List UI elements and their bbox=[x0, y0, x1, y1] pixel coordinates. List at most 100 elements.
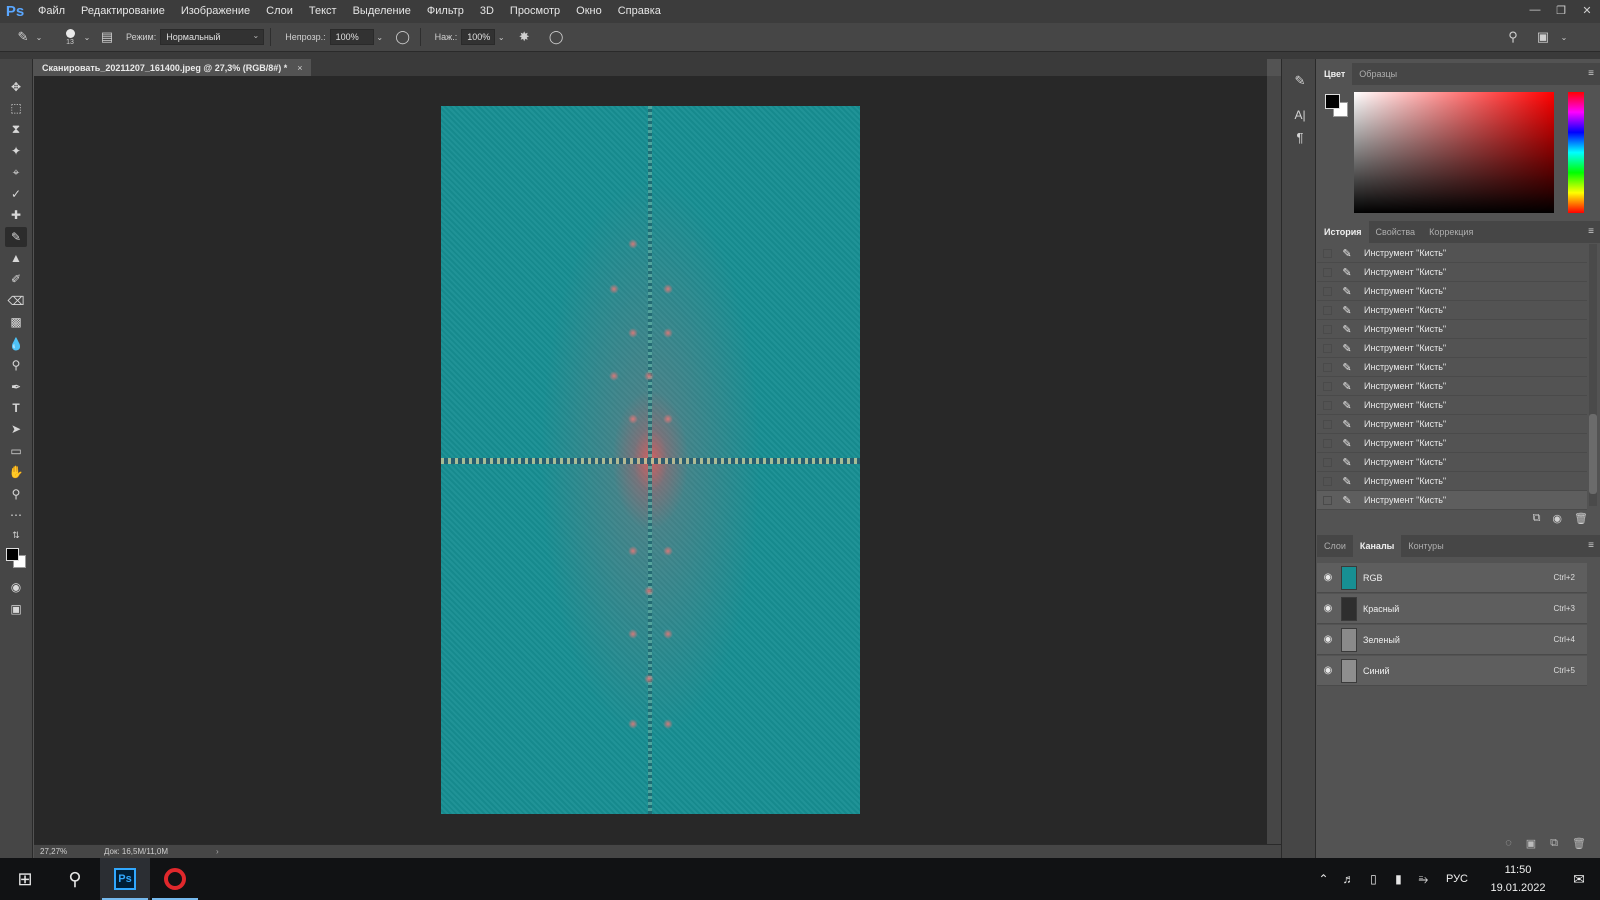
history-source-checkbox[interactable] bbox=[1323, 476, 1332, 486]
stamp-tool-icon[interactable]: ▲ bbox=[5, 248, 27, 268]
history-item[interactable]: ✎ Инструмент "Кисть" bbox=[1317, 415, 1587, 434]
history-item[interactable]: ✎ Инструмент "Кисть" bbox=[1317, 453, 1587, 472]
move-tool-icon[interactable]: ✥ bbox=[5, 77, 27, 97]
history-source-checkbox[interactable] bbox=[1323, 267, 1332, 277]
minimize-icon[interactable]: — bbox=[1522, 0, 1548, 20]
history-item[interactable]: ✎ Инструмент "Кисть" bbox=[1317, 320, 1587, 339]
tab-channels[interactable]: Каналы bbox=[1352, 535, 1402, 557]
vertical-scrollbar[interactable] bbox=[1267, 76, 1281, 844]
workspace-icon[interactable]: ▣ bbox=[1532, 26, 1554, 48]
menu-layers[interactable]: Слои bbox=[258, 0, 301, 23]
rectangle-tool-icon[interactable]: ▭ bbox=[5, 441, 27, 461]
history-source-checkbox[interactable] bbox=[1323, 495, 1332, 505]
visibility-eye-icon[interactable]: ◉ bbox=[1317, 572, 1339, 583]
channel-row-green[interactable]: ◉ Зеленый Ctrl+4 bbox=[1317, 625, 1587, 655]
trash-icon[interactable]: 🗑 bbox=[1574, 512, 1588, 525]
document-image[interactable] bbox=[441, 106, 860, 814]
color-picker-field[interactable] bbox=[1354, 92, 1554, 213]
character-panel-icon[interactable]: A| bbox=[1290, 105, 1310, 125]
zoom-level[interactable]: 27,27% bbox=[34, 847, 104, 856]
panel-menu-icon[interactable]: ≡ bbox=[1588, 540, 1594, 551]
color-panel-swatches[interactable] bbox=[1325, 94, 1351, 120]
search-icon[interactable]: ⚲ bbox=[50, 858, 100, 900]
history-source-checkbox[interactable] bbox=[1323, 381, 1332, 391]
history-source-checkbox[interactable] bbox=[1323, 305, 1332, 315]
dodge-tool-icon[interactable]: ⚲ bbox=[5, 355, 27, 375]
history-source-checkbox[interactable] bbox=[1323, 457, 1332, 467]
chevron-down-icon[interactable]: ⌄ bbox=[1558, 26, 1570, 48]
volume-icon[interactable]: ♬ bbox=[1336, 872, 1361, 886]
scrollbar-thumb[interactable] bbox=[1589, 414, 1597, 494]
search-icon[interactable]: ⚲ bbox=[1502, 26, 1524, 48]
menu-help[interactable]: Справка bbox=[610, 0, 669, 23]
hand-tool-icon[interactable]: ✋ bbox=[5, 462, 27, 482]
foreground-color[interactable] bbox=[1325, 94, 1340, 109]
wifi-icon[interactable]: ⥱ bbox=[1411, 872, 1436, 887]
tab-layers[interactable]: Слои bbox=[1317, 535, 1353, 557]
tab-adjustments[interactable]: Коррекция bbox=[1422, 221, 1480, 243]
history-source-checkbox[interactable] bbox=[1323, 400, 1332, 410]
paragraph-panel-icon[interactable]: ¶ bbox=[1290, 127, 1310, 147]
menu-3d[interactable]: 3D bbox=[472, 0, 502, 23]
new-channel-icon[interactable]: ⧉ bbox=[1550, 837, 1558, 850]
document-tab[interactable]: Сканировать_20211207_161400.jpeg @ 27,3%… bbox=[34, 59, 311, 76]
tab-paths[interactable]: Контуры bbox=[1401, 535, 1450, 557]
input-language[interactable]: РУС bbox=[1446, 873, 1468, 885]
menu-image[interactable]: Изображение bbox=[173, 0, 258, 23]
channel-row-rgb[interactable]: ◉ RGB Ctrl+2 bbox=[1317, 563, 1587, 593]
close-tab-icon[interactable]: × bbox=[297, 63, 302, 73]
crop-tool-icon[interactable]: ⌖ bbox=[5, 162, 27, 182]
menu-filter[interactable]: Фильтр bbox=[419, 0, 472, 23]
brush-settings-icon[interactable]: ✎ bbox=[1290, 71, 1310, 91]
menu-edit[interactable]: Редактирование bbox=[73, 0, 173, 23]
history-source-checkbox[interactable] bbox=[1323, 362, 1332, 372]
new-document-from-state-icon[interactable]: ⧉ bbox=[1533, 512, 1541, 525]
history-item[interactable]: ✎ Инструмент "Кисть" bbox=[1317, 434, 1587, 453]
blend-mode-select[interactable]: Нормальный ⌄ bbox=[160, 29, 265, 45]
flow-input[interactable]: 100% bbox=[461, 29, 496, 45]
tab-properties[interactable]: Свойства bbox=[1369, 221, 1423, 243]
pen-tool-icon[interactable]: ✒ bbox=[5, 377, 27, 397]
airbrush-icon[interactable]: ✸ bbox=[513, 26, 535, 48]
history-item[interactable]: ✎ Инструмент "Кисть" bbox=[1317, 263, 1587, 282]
healing-brush-tool-icon[interactable]: ✚ bbox=[5, 205, 27, 225]
color-swatches[interactable] bbox=[6, 548, 28, 570]
history-source-checkbox[interactable] bbox=[1323, 438, 1332, 448]
history-source-checkbox[interactable] bbox=[1323, 419, 1332, 429]
tab-swatches[interactable]: Образцы bbox=[1352, 63, 1404, 85]
foreground-color[interactable] bbox=[6, 548, 19, 561]
chevron-down-icon[interactable]: ⌄ bbox=[495, 26, 507, 48]
battery-icon[interactable]: ▮ bbox=[1386, 872, 1411, 886]
history-item[interactable]: ✎ Инструмент "Кисть" bbox=[1317, 244, 1587, 263]
gradient-tool-icon[interactable]: ▩ bbox=[5, 312, 27, 332]
snapshot-camera-icon[interactable]: ◉ bbox=[1552, 512, 1562, 525]
tab-color[interactable]: Цвет bbox=[1317, 63, 1353, 85]
history-item[interactable]: ✎ Инструмент "Кисть" bbox=[1317, 377, 1587, 396]
menu-text[interactable]: Текст bbox=[301, 0, 345, 23]
more-tools-icon[interactable]: ⋯ bbox=[5, 505, 27, 525]
lasso-tool-icon[interactable]: ⧗ bbox=[5, 119, 27, 139]
visibility-eye-icon[interactable]: ◉ bbox=[1317, 603, 1339, 614]
swap-colors-icon[interactable]: ⇅ bbox=[5, 529, 27, 541]
menu-file[interactable]: Файл bbox=[30, 0, 73, 23]
menu-window[interactable]: Окно bbox=[568, 0, 610, 23]
chevron-down-icon[interactable]: ⌄ bbox=[374, 26, 386, 48]
chevron-down-icon[interactable]: ⌄ bbox=[34, 26, 44, 48]
channel-row-blue[interactable]: ◉ Синий Ctrl+5 bbox=[1317, 656, 1587, 686]
opacity-input[interactable]: 100% bbox=[329, 29, 374, 45]
panel-menu-icon[interactable]: ≡ bbox=[1588, 226, 1594, 237]
photoshop-logo[interactable]: Ps bbox=[0, 0, 30, 23]
pressure-size-icon[interactable]: ◯ bbox=[545, 26, 567, 48]
history-item[interactable]: ✎ Инструмент "Кисть" bbox=[1317, 358, 1587, 377]
brush-panel-toggle-icon[interactable]: ▤ bbox=[96, 26, 118, 48]
notifications-icon[interactable]: ✉ bbox=[1558, 871, 1600, 888]
channel-row-red[interactable]: ◉ Красный Ctrl+3 bbox=[1317, 594, 1587, 624]
brush-preset-icon[interactable]: ✎ bbox=[12, 26, 34, 48]
restore-icon[interactable]: ❐ bbox=[1548, 0, 1574, 20]
close-icon[interactable]: ✕ bbox=[1574, 0, 1600, 20]
menu-view[interactable]: Просмотр bbox=[502, 0, 568, 23]
history-source-checkbox[interactable] bbox=[1323, 343, 1332, 353]
start-button[interactable]: ⊞ bbox=[0, 858, 50, 900]
status-menu-arrow-icon[interactable]: › bbox=[216, 847, 219, 856]
history-scrollbar[interactable] bbox=[1589, 244, 1597, 506]
